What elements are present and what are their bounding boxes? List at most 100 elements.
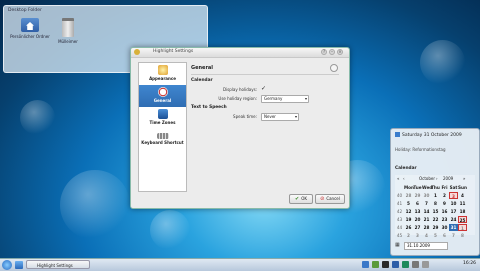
calendar-day[interactable]: 29 [431,224,440,231]
appearance-icon [157,65,168,75]
taskbar-clock[interactable]: 16:26 [463,261,476,266]
calendar-day[interactable]: 5 [431,232,440,239]
tts-section-heading: Text to Speech [191,105,227,110]
calendar-day[interactable]: 9 [440,200,449,207]
window-titlebar[interactable]: Highlight Settings ? – × [131,48,349,58]
calendar-day[interactable]: 23 [440,216,449,223]
sidebar-item-label: Keyboard Shortcut [141,140,184,145]
tray-app-icon[interactable] [362,261,369,268]
calendar-day[interactable]: 28 [422,224,431,231]
calendar-day[interactable]: 14 [422,208,431,215]
taskbar-task-highlight-settings[interactable]: Highlight Settings [26,260,90,269]
chevron-down-icon: ▾ [304,96,307,101]
calendar-day[interactable]: 3 [413,232,422,239]
chevron-down-icon: ▾ [294,114,297,119]
sidebar-item-label: General [153,98,172,103]
calendar-day[interactable]: 8 [458,232,467,239]
calendar-day[interactable]: 26 [404,224,413,231]
calendar-day[interactable]: 6 [440,232,449,239]
calendar-date-header: Saturday 31 October 2009 [395,132,462,138]
tray-app-icon[interactable] [382,261,389,268]
tray-app-icon[interactable] [412,261,419,268]
calendar-day[interactable]: 1 [431,192,440,199]
calendar-day[interactable]: 6 [413,200,422,207]
week-number: 44 [396,225,403,230]
next-month-button[interactable]: › [436,176,438,181]
calendar-day-holiday[interactable]: 3 [449,192,458,199]
calendar-day[interactable]: 22 [431,216,440,223]
calendar-day[interactable]: 4 [458,192,467,199]
calendar-day[interactable]: 30 [440,224,449,231]
calendar-day[interactable]: 27 [413,224,422,231]
calendar-day[interactable]: 8 [431,200,440,207]
check-icon: ✔ [295,196,300,202]
kde-menu-icon[interactable] [2,260,12,270]
calendar-day[interactable]: 7 [449,232,458,239]
calendar-day[interactable]: 7 [422,200,431,207]
settings-sidebar: Appearance General Time Zones Keyboard S… [138,62,187,192]
calendar-day[interactable]: 20 [413,216,422,223]
date-input[interactable]: 31.10.2009 [404,242,448,250]
ok-button-label: OK [301,196,307,201]
calendar-day[interactable]: 12 [404,208,413,215]
calendar-day-selected[interactable]: 25 [458,216,467,223]
calendar-day[interactable]: 19 [404,216,413,223]
home-folder-icon [21,18,39,32]
calendar-day[interactable]: 4 [422,232,431,239]
desktop-icon[interactable] [15,261,23,269]
folder-view-title: Desktop Folder [8,8,42,13]
desktop-item-trash[interactable]: Mülleimer [48,18,88,44]
help-icon[interactable]: ? [321,49,327,55]
calendar-year[interactable]: 2009 [443,176,453,181]
sidebar-item-general[interactable]: General [139,85,186,107]
tray-app-icon[interactable] [402,261,409,268]
calendar-day[interactable]: 21 [422,216,431,223]
calendar-picker-icon[interactable]: ▦ [395,242,402,249]
calendar-week-row: 45 2 3 4 5 6 7 8 [395,232,467,239]
calendar-day[interactable]: 15 [431,208,440,215]
tray-app-icon[interactable] [372,261,379,268]
desktop-item-home[interactable]: Persönlicher Ordner [10,18,50,39]
sidebar-item-time-zones[interactable]: Time Zones [139,107,186,129]
prev-month-button[interactable]: ‹ [403,176,405,181]
tray-app-icon[interactable] [422,261,429,268]
calendar-week-row: 40 28 29 30 1 2 3 4 [395,192,467,199]
calendar-day[interactable]: 31 [449,224,458,231]
calendar-day[interactable]: 10 [449,200,458,207]
calendar-day[interactable]: 2 [440,192,449,199]
calendar-week-row: 43 19 20 21 22 23 24 25 [395,216,467,223]
prev-year-button[interactable]: « [397,176,399,181]
calendar-day[interactable]: 29 [413,192,422,199]
next-year-button[interactable]: » [463,176,465,181]
calendar-day[interactable]: 16 [440,208,449,215]
ok-button[interactable]: ✔ OK [289,194,313,204]
calendar-weekday-header: Mon Tue Wed Thu Fri Sat Sun [395,184,467,191]
week-number: 42 [396,209,403,214]
calendar-day[interactable]: 11 [458,200,467,207]
calendar-day[interactable]: 30 [422,192,431,199]
minimize-icon[interactable]: – [329,49,335,55]
sidebar-item-keyboard-shortcut[interactable]: Keyboard Shortcut [139,129,186,151]
close-icon[interactable]: × [337,49,343,55]
calendar-day[interactable]: 2 [404,232,413,239]
calendar-day[interactable]: 28 [404,192,413,199]
trash-icon [62,18,74,37]
calendar-day[interactable]: 17 [449,208,458,215]
speak-time-select[interactable]: Never ▾ [261,113,299,121]
clock-icon [157,87,168,97]
calendar-month[interactable]: October [419,176,435,181]
calendar-day[interactable]: 5 [404,200,413,207]
calendar-day[interactable]: 1 [458,224,467,231]
weekday-label: Wed [422,185,433,190]
display-holidays-checkbox[interactable]: ✓ [261,86,267,92]
calendar-day[interactable]: 13 [413,208,422,215]
tray-app-icon[interactable] [392,261,399,268]
cancel-button[interactable]: ⊘ Cancel [315,194,345,204]
calendar-day[interactable]: 24 [449,216,458,223]
calendar-day[interactable]: 18 [458,208,467,215]
calendar-holiday-text: Holiday: Reformationstag [395,147,446,152]
sidebar-item-appearance[interactable]: Appearance [139,63,186,85]
holiday-region-select[interactable]: Germany ▾ [261,95,309,103]
calendar-section-heading: Calendar [191,78,213,83]
time-zones-icon [157,109,168,119]
